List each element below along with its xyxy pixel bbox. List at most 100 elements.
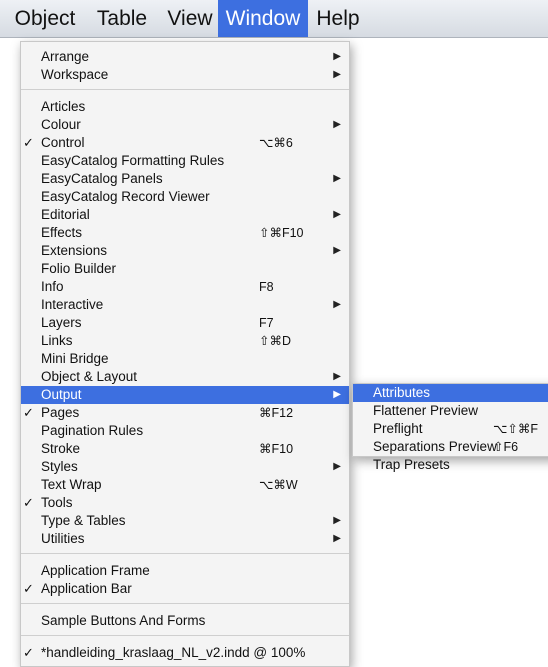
menu-item-effects[interactable]: Effects ⇧⌘F10 xyxy=(21,224,349,242)
submenu-arrow-icon: ▶ xyxy=(333,299,341,310)
window-menu: Arrange ▶ Workspace ▶ Articles Colour ▶ ✓ Contro… xyxy=(20,41,350,667)
menu-item-label: EasyCatalog Formatting Rules xyxy=(41,153,225,168)
output-submenu: Attributes Flattener Preview Preflight ⌥⇧⌘F… xyxy=(352,383,548,472)
submenu-arrow-icon: ▶ xyxy=(333,51,341,62)
menu-item-mini-bridge[interactable]: Mini Bridge xyxy=(21,350,349,368)
checkmark-icon: ✓ xyxy=(23,581,34,596)
menu-item-label: Links xyxy=(41,333,73,348)
submenu-item-flattener-preview[interactable]: Flattener Preview xyxy=(353,402,548,420)
menu-item-utilities[interactable]: Utilities ▶ xyxy=(21,530,349,548)
menubar-view[interactable]: View xyxy=(160,0,220,37)
menu-item-easycatalog-panels[interactable]: EasyCatalog Panels ▶ xyxy=(21,170,349,188)
menu-item-label: *handleiding_kraslaag_NL_v2.indd @ 100% xyxy=(41,645,306,660)
menu-item-type-tables[interactable]: Type & Tables ▶ xyxy=(21,512,349,530)
submenu-item-preflight[interactable]: Preflight ⌥⇧⌘F xyxy=(353,420,548,438)
menu-separator xyxy=(21,635,349,636)
keyboard-shortcut: ⌘F12 xyxy=(259,406,294,420)
menu-item-label: Object & Layout xyxy=(41,369,138,384)
menu-item-handleiding-kraslaag-nl-v2-indd-100[interactable]: ✓ *handleiding_kraslaag_NL_v2.indd @ 100% xyxy=(21,644,349,662)
menu-item-colour[interactable]: Colour ▶ xyxy=(21,116,349,134)
menu-item-workspace[interactable]: Workspace ▶ xyxy=(21,66,349,84)
menu-item-control[interactable]: ✓ Control ⌥⌘6 xyxy=(21,134,349,152)
menu-item-label: EasyCatalog Panels xyxy=(41,171,163,186)
submenu-arrow-icon: ▶ xyxy=(333,119,341,130)
menu-item-label: Mini Bridge xyxy=(41,351,109,366)
menu-item-label: Stroke xyxy=(41,441,81,456)
menubar-window[interactable]: Window xyxy=(218,0,308,37)
menu-item-info[interactable]: Info F8 xyxy=(21,278,349,296)
menu-item-pages[interactable]: ✓ Pages ⌘F12 xyxy=(21,404,349,422)
submenu-arrow-icon: ▶ xyxy=(333,69,341,80)
menu-item-layers[interactable]: Layers F7 xyxy=(21,314,349,332)
keyboard-shortcut: ⌘F10 xyxy=(259,442,294,456)
menu-item-label: Folio Builder xyxy=(41,261,117,276)
menu-item-label: Articles xyxy=(41,99,86,114)
submenu-arrow-icon: ▶ xyxy=(333,245,341,256)
menu-separator xyxy=(21,603,349,604)
menu-item-label: Workspace xyxy=(41,67,109,82)
menu-item-tools[interactable]: ✓ Tools xyxy=(21,494,349,512)
menu-item-easycatalog-record-viewer[interactable]: EasyCatalog Record Viewer xyxy=(21,188,349,206)
menu-item-easycatalog-formatting-rules[interactable]: EasyCatalog Formatting Rules xyxy=(21,152,349,170)
menu-item-label: Attributes xyxy=(373,385,431,400)
menu-item-label: Control xyxy=(41,135,85,150)
keyboard-shortcut: F8 xyxy=(259,280,274,294)
menu-item-extensions[interactable]: Extensions ▶ xyxy=(21,242,349,260)
checkmark-icon: ✓ xyxy=(23,645,34,660)
menu-item-label: Type & Tables xyxy=(41,513,126,528)
menu-separator xyxy=(21,89,349,90)
checkmark-icon: ✓ xyxy=(23,405,34,420)
menu-item-stroke[interactable]: Stroke ⌘F10 xyxy=(21,440,349,458)
menu-item-label: Colour xyxy=(41,117,81,132)
menubar-object[interactable]: Object xyxy=(6,0,84,37)
menu-item-links[interactable]: Links ⇧⌘D xyxy=(21,332,349,350)
menubar-help[interactable]: Help xyxy=(308,0,368,37)
menubar-table[interactable]: Table xyxy=(86,0,158,37)
menu-item-styles[interactable]: Styles ▶ xyxy=(21,458,349,476)
menu-item-editorial[interactable]: Editorial ▶ xyxy=(21,206,349,224)
submenu-item-attributes[interactable]: Attributes xyxy=(353,384,548,402)
menu-separator xyxy=(21,553,349,554)
menu-item-label: Arrange xyxy=(41,49,90,64)
checkmark-icon: ✓ xyxy=(23,495,34,510)
keyboard-shortcut: ⇧⌘D xyxy=(259,334,292,348)
menu-item-label: Flattener Preview xyxy=(373,403,479,418)
menu-item-object-layout[interactable]: Object & Layout ▶ xyxy=(21,368,349,386)
submenu-arrow-icon: ▶ xyxy=(333,371,341,382)
menu-item-label: Separations Preview xyxy=(373,439,497,454)
menu-item-application-bar[interactable]: ✓ Application Bar xyxy=(21,580,349,598)
menu-item-arrange[interactable]: Arrange ▶ xyxy=(21,48,349,66)
menu-item-label: Text Wrap xyxy=(41,477,102,492)
menu-item-output[interactable]: Output ▶ xyxy=(21,386,349,404)
menu-item-label: Layers xyxy=(41,315,82,330)
submenu-arrow-icon: ▶ xyxy=(333,515,341,526)
submenu-arrow-icon: ▶ xyxy=(333,389,341,400)
menu-item-label: Pages xyxy=(41,405,80,420)
submenu-item-trap-presets[interactable]: Trap Presets xyxy=(353,456,548,474)
submenu-arrow-icon: ▶ xyxy=(333,209,341,220)
keyboard-shortcut: ⌥⌘W xyxy=(259,478,298,492)
menu-item-label: Editorial xyxy=(41,207,90,222)
menu-item-label: Utilities xyxy=(41,531,85,546)
menu-item-label: Preflight xyxy=(373,421,423,436)
menu-item-interactive[interactable]: Interactive ▶ xyxy=(21,296,349,314)
menu-item-label: Tools xyxy=(41,495,73,510)
menu-item-label: Interactive xyxy=(41,297,104,312)
menu-item-label: EasyCatalog Record Viewer xyxy=(41,189,210,204)
submenu-arrow-icon: ▶ xyxy=(333,461,341,472)
checkmark-icon: ✓ xyxy=(23,135,34,150)
menu-item-label: Application Frame xyxy=(41,563,150,578)
menu-item-folio-builder[interactable]: Folio Builder xyxy=(21,260,349,278)
submenu-item-separations-preview[interactable]: Separations Preview ⇧F6 xyxy=(353,438,548,456)
keyboard-shortcut: ⇧F6 xyxy=(493,440,519,454)
menu-item-pagination-rules[interactable]: Pagination Rules xyxy=(21,422,349,440)
menu-item-text-wrap[interactable]: Text Wrap ⌥⌘W xyxy=(21,476,349,494)
menu-item-label: Extensions xyxy=(41,243,108,258)
menu-item-label: Sample Buttons And Forms xyxy=(41,613,206,628)
menu-item-label: Trap Presets xyxy=(373,457,450,472)
keyboard-shortcut: ⌥⌘6 xyxy=(259,136,293,150)
menu-item-articles[interactable]: Articles xyxy=(21,98,349,116)
keyboard-shortcut: F7 xyxy=(259,316,274,330)
menu-item-sample-buttons-and-forms[interactable]: Sample Buttons And Forms xyxy=(21,612,349,630)
menu-item-application-frame[interactable]: Application Frame xyxy=(21,562,349,580)
